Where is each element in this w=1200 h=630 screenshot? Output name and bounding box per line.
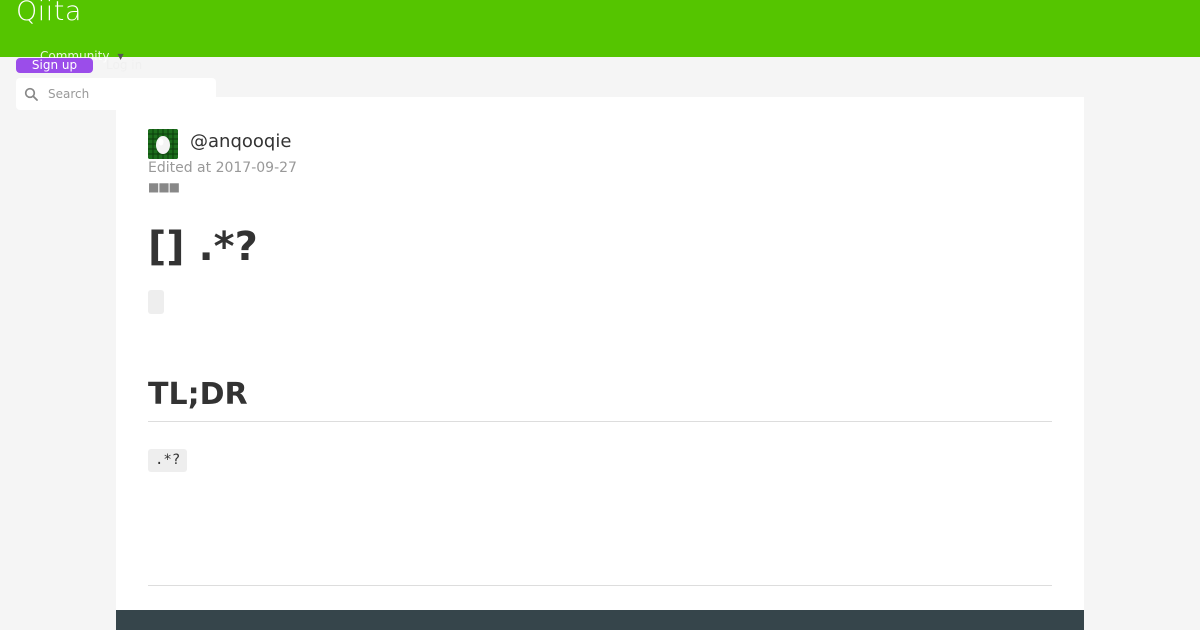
egg-avatar-icon bbox=[148, 129, 178, 159]
edited-date: Edited at 2017-09-27 bbox=[148, 160, 297, 176]
inline-code: .*? bbox=[148, 449, 188, 472]
qiita-logo[interactable]: Qiita bbox=[16, 0, 82, 30]
avatar[interactable] bbox=[148, 129, 178, 159]
article-footer-bar bbox=[116, 610, 1084, 630]
article-divider bbox=[148, 585, 1052, 586]
article-card: @anqooqie Edited at 2017-09-27 ■■■ [] .*… bbox=[116, 97, 1084, 610]
heading-divider bbox=[148, 421, 1052, 422]
section-heading: TL;DR bbox=[148, 377, 248, 412]
author-link[interactable]: @anqooqie bbox=[190, 130, 291, 154]
search-icon bbox=[24, 87, 38, 101]
global-header: Qiita bbox=[0, 0, 1200, 57]
more-options-icon[interactable]: ■■■ bbox=[148, 181, 180, 193]
tag-badge[interactable] bbox=[148, 290, 164, 314]
article-title: [] .*? bbox=[148, 224, 258, 270]
login-link[interactable]: Log in bbox=[106, 58, 142, 73]
signup-button[interactable]: Sign up bbox=[16, 58, 93, 73]
